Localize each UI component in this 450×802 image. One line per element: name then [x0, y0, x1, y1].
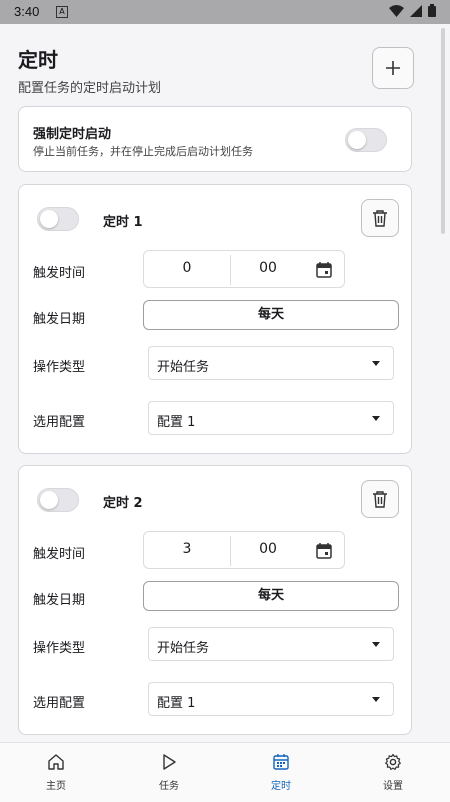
status-bar: 3:40 A	[0, 0, 450, 24]
nav-item-schedule[interactable]: 定时	[241, 753, 321, 792]
page-header: 定时 配置任务的定时启动计划	[18, 44, 161, 96]
hour-field[interactable]: 3	[144, 541, 230, 557]
config-label: 选用配置	[33, 415, 86, 430]
minute-field[interactable]: 00	[230, 260, 306, 276]
notification-icon: A	[56, 6, 68, 18]
config-value: 配置 1	[157, 415, 196, 430]
nav-label: 定时	[271, 781, 291, 792]
gear-icon	[385, 753, 401, 770]
bottom-nav: 主页 任务 定时 设置	[0, 742, 450, 802]
signal-icon	[410, 4, 422, 17]
timer-1-name: 定时 1	[103, 215, 143, 230]
nav-label: 任务	[159, 781, 179, 792]
config-label: 选用配置	[33, 696, 86, 711]
nav-item-tasks[interactable]: 任务	[129, 753, 209, 792]
timer-1-switch[interactable]	[37, 207, 79, 231]
action-value: 开始任务	[157, 641, 210, 656]
force-start-card: 强制定时启动 停止当前任务，并在停止完成后启动计划任务	[18, 106, 412, 172]
nav-item-settings[interactable]: 设置	[353, 753, 433, 792]
minute-field[interactable]: 00	[230, 541, 306, 557]
page-title: 定时	[18, 48, 58, 72]
page-subtitle: 配置任务的定时启动计划	[18, 81, 162, 96]
timer-1-config-select[interactable]: 配置 1	[148, 401, 394, 435]
trash-icon	[373, 210, 387, 227]
force-start-switch[interactable]	[345, 128, 387, 152]
nav-label: 主页	[46, 781, 66, 792]
nav-item-home[interactable]: 主页	[16, 753, 96, 792]
hour-field[interactable]: 0	[144, 260, 230, 276]
config-value: 配置 1	[157, 696, 196, 711]
trash-icon	[373, 491, 387, 508]
timer-card-1: 定时 1 触发时间 0 00 触发日期 每天 操作类型 开始任务 选用配置 配置…	[18, 184, 412, 454]
timer-2-config-select[interactable]: 配置 1	[148, 682, 394, 716]
calendar-icon	[273, 754, 289, 770]
home-icon	[48, 754, 64, 770]
timer-1-date-button[interactable]: 每天	[143, 300, 399, 330]
nav-label: 设置	[383, 781, 403, 792]
dropdown-arrow-icon	[372, 697, 380, 702]
dropdown-arrow-icon	[372, 416, 380, 421]
plus-icon	[386, 61, 400, 75]
dropdown-arrow-icon	[372, 642, 380, 647]
timer-2-time-picker[interactable]: 3 00	[143, 531, 345, 569]
battery-icon	[428, 4, 436, 17]
add-timer-button[interactable]	[372, 47, 414, 89]
action-value: 开始任务	[157, 360, 210, 375]
trigger-date-label: 触发日期	[33, 593, 86, 608]
dropdown-arrow-icon	[372, 361, 380, 366]
timer-2-date-button[interactable]: 每天	[143, 581, 399, 611]
trigger-time-label: 触发时间	[33, 266, 86, 281]
status-time: 3:40	[14, 4, 40, 19]
force-start-description: 停止当前任务，并在停止完成后启动计划任务	[33, 145, 253, 158]
timer-2-switch[interactable]	[37, 488, 79, 512]
scrollbar[interactable]	[441, 28, 445, 234]
timer-1-delete-button[interactable]	[361, 199, 399, 237]
action-type-label: 操作类型	[33, 360, 86, 375]
trigger-time-label: 触发时间	[33, 547, 86, 562]
timer-1-time-picker[interactable]: 0 00	[143, 250, 345, 288]
wifi-icon	[389, 4, 404, 17]
timer-1-action-select[interactable]: 开始任务	[148, 346, 394, 380]
calendar-icon[interactable]	[316, 542, 332, 559]
timer-2-action-select[interactable]: 开始任务	[148, 627, 394, 661]
force-start-title: 强制定时启动	[33, 127, 112, 142]
play-icon	[163, 754, 176, 770]
timer-card-2: 定时 2 触发时间 3 00 触发日期 每天 操作类型 开始任务 选用配置 配置…	[18, 465, 412, 735]
timer-2-name: 定时 2	[103, 496, 143, 511]
calendar-icon[interactable]	[316, 261, 332, 278]
trigger-date-label: 触发日期	[33, 312, 86, 327]
action-type-label: 操作类型	[33, 641, 86, 656]
timer-2-delete-button[interactable]	[361, 480, 399, 518]
